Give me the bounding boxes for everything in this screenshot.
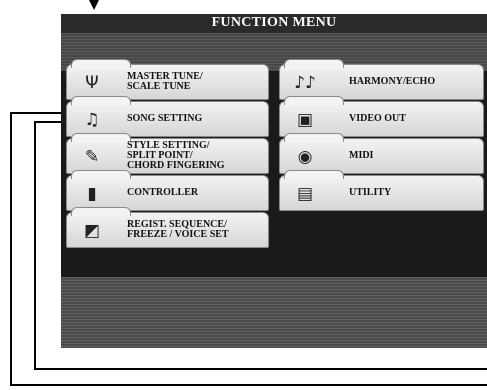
menu-item-master-tune[interactable]: Ψ MASTER TUNE/ SCALE TUNE <box>66 59 269 100</box>
function-menu-screen: FUNCTION MENU Ψ MASTER TUNE/ SCALE TUNE … <box>61 14 487 348</box>
tab-notch <box>284 59 344 68</box>
menu-item-song-setting[interactable]: ♫ SONG SETTING <box>66 96 269 137</box>
harmony-notes-icon: ♪♪ <box>294 73 316 93</box>
menu-item-controller[interactable]: ▮ CONTROLLER <box>66 170 269 211</box>
menu-item-video-out[interactable]: ▣ VIDEO OUT <box>279 96 484 137</box>
midi-port-icon: ◉ <box>297 147 313 167</box>
menu-item-label: MASTER TUNE/ SCALE TUNE <box>127 71 203 92</box>
utility-keyboard-icon: ▤ <box>296 184 314 204</box>
tab-notch <box>284 170 344 179</box>
menu-item-label: SONG SETTING <box>127 113 203 124</box>
callout-bracket-outer-bottom <box>10 384 487 386</box>
callout-bracket-outer-left <box>10 112 12 386</box>
callout-bracket-outer-top <box>10 112 68 114</box>
menu-item-utility[interactable]: ▤ UTILITY <box>279 170 484 211</box>
registration-icon: ◩ <box>83 221 101 241</box>
style-instruments-icon: ✎ <box>84 147 100 167</box>
tab-notch <box>71 96 131 105</box>
menu-item-regist-sequence[interactable]: ◩ REGIST. SEQUENCE/ FREEZE / VOICE SET <box>66 207 269 248</box>
callout-bracket-inner-bottom <box>34 368 487 370</box>
menu-item-label: REGIST. SEQUENCE/ FREEZE / VOICE SET <box>127 219 229 240</box>
callout-bracket-inner-top <box>34 121 64 123</box>
tab-notch <box>71 207 131 216</box>
menu-item-label: UTILITY <box>349 187 392 198</box>
tab-notch <box>71 59 131 68</box>
pointer-arrow-icon <box>89 0 99 10</box>
tuning-fork-icon: Ψ <box>85 73 99 93</box>
menu-item-label: VIDEO OUT <box>349 113 406 124</box>
menu-item-label: MIDI <box>349 150 374 161</box>
pedal-controller-icon: ▮ <box>87 184 97 204</box>
menu-item-harmony-echo[interactable]: ♪♪ HARMONY/ECHO <box>279 59 484 100</box>
tab-notch <box>71 170 131 179</box>
menu-item-style-setting[interactable]: ✎ STYLE SETTING/ SPLIT POINT/ CHORD FING… <box>66 133 269 174</box>
tab-notch <box>284 96 344 105</box>
menu-item-midi[interactable]: ◉ MIDI <box>279 133 484 174</box>
callout-bracket-inner-left <box>34 121 36 370</box>
music-note-icon: ♫ <box>84 110 100 130</box>
menu-item-label: HARMONY/ECHO <box>349 76 436 87</box>
menu-item-label: CONTROLLER <box>127 187 199 198</box>
tab-notch <box>71 133 131 142</box>
menu-item-label: STYLE SETTING/ SPLIT POINT/ CHORD FINGER… <box>127 140 225 171</box>
video-monitor-icon: ▣ <box>296 110 314 130</box>
screen-title: FUNCTION MENU <box>211 15 337 30</box>
bottom-band <box>61 277 487 348</box>
tab-notch <box>284 133 344 142</box>
